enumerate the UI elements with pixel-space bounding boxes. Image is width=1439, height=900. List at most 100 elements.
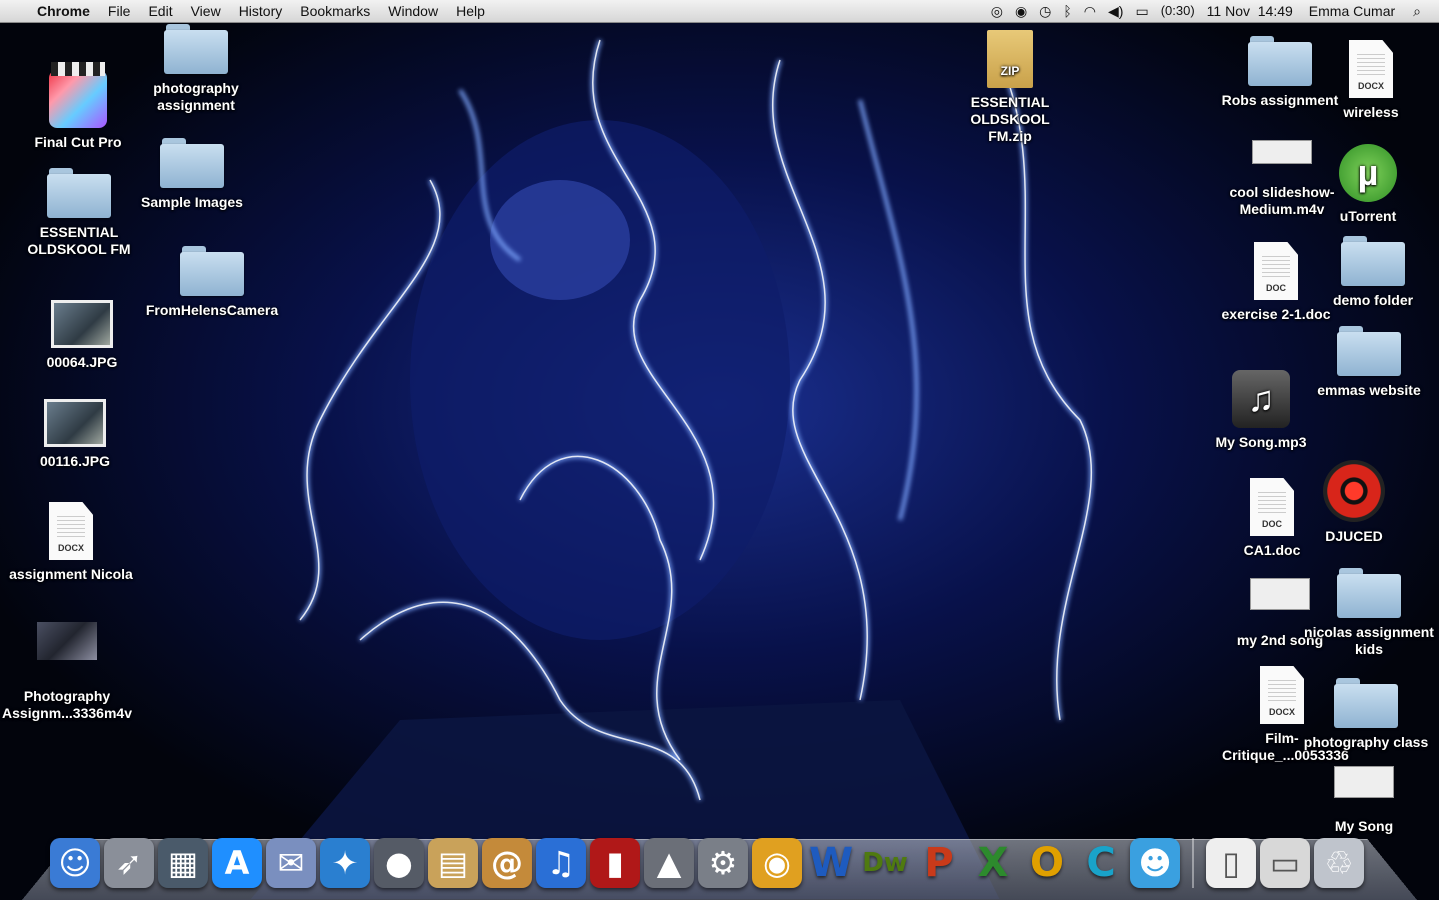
desktop-icon-label: ESSENTIAL OLDSKOOL FM.zip	[970, 94, 1050, 144]
dock-item-photo-booth[interactable]: ▮	[590, 838, 640, 888]
desktop-icon-00116-jpg[interactable]: 00116.JPG	[5, 399, 145, 470]
folder-icon	[1334, 678, 1398, 728]
dock-item-address-book[interactable]: @	[482, 838, 532, 888]
sync-icon[interactable]: ◉	[1009, 0, 1033, 22]
finder-icon: ☺	[58, 844, 92, 882]
clock[interactable]: 11 Nov 14:49	[1201, 0, 1299, 22]
dock-item-document[interactable]: ▯	[1206, 838, 1256, 888]
powerpoint-icon: P	[924, 840, 954, 886]
desktop-icon-ca1-doc[interactable]: DOC CA1.doc	[1202, 478, 1342, 559]
dock-item-preview[interactable]: ▤	[428, 838, 478, 888]
dock-item-launchpad[interactable]: ➶	[104, 838, 154, 888]
image-thumbnail-icon	[51, 300, 113, 348]
folder-icon	[180, 246, 244, 296]
communicator-icon: C	[1086, 840, 1116, 886]
dock-separator	[1192, 838, 1194, 888]
desktop-icon-demo-folder[interactable]: demo folder	[1303, 236, 1439, 309]
menu-history[interactable]: History	[230, 0, 292, 22]
folder-icon	[1337, 326, 1401, 376]
dock-item-itunes[interactable]: ♫	[536, 838, 586, 888]
menu-edit[interactable]: Edit	[139, 0, 181, 22]
dock-item-safari[interactable]: ✦	[320, 838, 370, 888]
menu-bookmarks[interactable]: Bookmarks	[291, 0, 379, 22]
dock-item-messenger[interactable]: ☻	[1130, 838, 1180, 888]
camera-icon: ●	[385, 844, 413, 882]
creative-cloud-icon[interactable]: ◎	[985, 0, 1009, 22]
docx-file-icon: DOCX	[1349, 40, 1393, 98]
desktop-icon-photography-assignment[interactable]: photography assignment	[126, 24, 266, 114]
dock-item-app-store[interactable]: A	[212, 838, 262, 888]
dock-item-system-preferences[interactable]: ⚙	[698, 838, 748, 888]
dock-item-communicator[interactable]: C	[1076, 838, 1126, 888]
dock-item-mail[interactable]: ✉	[266, 838, 316, 888]
mission-control-icon: ▦	[167, 844, 199, 882]
spotlight-search-icon[interactable]: ⌕	[1401, 0, 1439, 22]
desktop-icon-label: ESSENTIAL OLDSKOOL FM	[27, 224, 131, 257]
dock-item-powerpoint[interactable]: P	[914, 838, 964, 888]
desktop-icon-label: FromHelensCamera	[145, 302, 279, 318]
desktop-icon-label: photography class	[1303, 734, 1429, 750]
docx-icon: ▯	[1222, 844, 1240, 882]
desktop-icon-my-song[interactable]: My Song	[1294, 766, 1434, 835]
desktop-icon-sample-images[interactable]: Sample Images	[122, 138, 262, 211]
trash-icon: ♲	[1324, 844, 1354, 882]
folder-icon	[160, 138, 224, 188]
dock-item-iphoto[interactable]: ▲	[644, 838, 694, 888]
desktop-icon-essential-oldskool-zip[interactable]: ZIP ESSENTIAL OLDSKOOL FM.zip	[940, 30, 1080, 145]
dock-item-outlook[interactable]: O	[1022, 838, 1072, 888]
image-thumbnail-icon	[44, 399, 106, 447]
desktop-icon-label: assignment Nicola	[9, 566, 133, 582]
dock-item-chrome[interactable]: ◉	[752, 838, 802, 888]
desktop-icon-nicolas-assignment-kids[interactable]: nicolas assignment kids	[1299, 568, 1439, 658]
outlook-icon: O	[1029, 840, 1064, 886]
desktop-icon-label: nicolas assignment kids	[1304, 624, 1434, 657]
menu-help[interactable]: Help	[447, 0, 494, 22]
menu-view[interactable]: View	[182, 0, 230, 22]
desktop-icon-00064-jpg[interactable]: 00064.JPG	[12, 300, 152, 371]
menu-window[interactable]: Window	[379, 0, 447, 22]
battery-icon[interactable]: ▭	[1129, 0, 1154, 22]
desktop-icon-label: Photography Assignm...3336m4v	[2, 688, 132, 721]
photobooth-icon: ▮	[606, 844, 624, 882]
folder-icon	[1341, 236, 1405, 286]
desktop-icon-label: CA1.doc	[1243, 542, 1301, 558]
dock-item-facetime[interactable]: ●	[374, 838, 424, 888]
desktop-icon-label: photography assignment	[153, 80, 239, 113]
dock-item-excel[interactable]: X	[968, 838, 1018, 888]
dock-item-dreamweaver[interactable]: Dw	[860, 838, 910, 888]
battery-time[interactable]: (0:30)	[1155, 0, 1201, 22]
menu-app-chrome[interactable]: Chrome	[28, 0, 99, 22]
dock-item-mission-control[interactable]: ▦	[158, 838, 208, 888]
time-machine-icon[interactable]: ◷	[1033, 0, 1057, 22]
wifi-icon[interactable]: ◠	[1078, 0, 1102, 22]
iphoto-icon: ▲	[656, 844, 682, 882]
desktop-icon-assignment-nicola[interactable]: DOCX assignment Nicola	[1, 502, 141, 583]
volume-icon[interactable]: ◀)	[1102, 0, 1129, 22]
desktop-icon-utorrent[interactable]: µ uTorrent	[1298, 144, 1438, 225]
desktop-icon-my-song-mp3[interactable]: ♫ My Song.mp3	[1191, 370, 1331, 451]
dock-item-finder[interactable]: ☺	[50, 838, 100, 888]
doc-file-icon: DOC	[1250, 478, 1294, 536]
desktop-icon-label: 00064.JPG	[46, 354, 118, 370]
gear-icon: ⚙	[708, 844, 738, 882]
app-store-icon: A	[224, 844, 250, 882]
contacts-icon: @	[491, 844, 523, 882]
menu-file[interactable]: File	[99, 0, 140, 22]
messenger-icon: ☻	[1138, 844, 1172, 882]
folder-icon	[1337, 568, 1401, 618]
bluetooth-icon[interactable]: ᛒ	[1057, 0, 1077, 22]
desktop-icon-photography-assignment-video[interactable]: Photography Assignm...3336m4v	[0, 622, 137, 722]
desktop-icon-wireless[interactable]: DOCX wireless	[1299, 40, 1439, 121]
desktop-icon-label: wireless	[1343, 104, 1399, 120]
desktop-icon-photography-class[interactable]: photography class	[1296, 678, 1436, 751]
folder-icon	[164, 24, 228, 74]
desktop-icon-label: demo folder	[1332, 292, 1414, 308]
docx-file-icon: DOCX	[49, 502, 93, 560]
dock-item-trash[interactable]: ♲	[1314, 838, 1364, 888]
dock-item-word[interactable]: W	[806, 838, 856, 888]
dock: ☺ ➶ ▦ A ✉ ✦ ● ▤ @ ♫ ▮ ▲ ⚙ ◉ W Dw P X O C ☻ ▯ ▭ ♲	[50, 828, 1400, 888]
user-name[interactable]: Emma Cumar	[1299, 0, 1401, 22]
dock-item-downloads[interactable]: ▭	[1260, 838, 1310, 888]
desktop-icon-fromhelenscamera[interactable]: FromHelensCamera	[142, 246, 282, 319]
safari-icon: ✦	[331, 844, 359, 882]
